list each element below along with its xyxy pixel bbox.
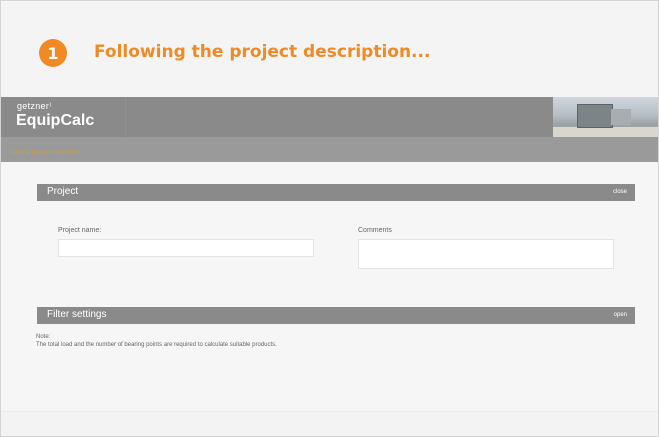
project-section-close-button[interactable]: close [613,189,627,195]
filter-section-header[interactable]: Filter settings open [37,307,635,324]
screenshot-frame: 1 Following the project description... g… [0,0,659,437]
app-header: getzner⁾ EquipCalc [1,97,658,137]
project-name-label: Project name: [58,227,102,234]
photo-equipment-side [611,109,631,125]
photo-equipment [577,104,613,128]
note-label: Note: [36,334,51,340]
app-name: EquipCalc [16,112,95,129]
comments-label: Comments [358,227,392,234]
step-title: Following the project description... [94,42,431,62]
project-section-header[interactable]: Project close [37,184,635,201]
note-text: The total load and the number of bearing… [36,342,277,348]
comments-textarea[interactable] [358,239,614,269]
step-header: 1 Following the project description... [1,1,658,97]
step-number-badge: 1 [39,39,67,67]
project-name-input[interactable] [58,239,314,257]
brand-divider [117,97,126,137]
filter-section-open-button[interactable]: open [614,312,627,318]
project-section-title: Project [47,186,79,197]
brand-logo-text: getzner⁾ [17,101,52,111]
header-photo [553,97,658,137]
filter-section-title: Filter settings [47,309,107,320]
footer [1,412,658,436]
sub-navigation-bar [1,137,658,162]
back-to-projects-link[interactable]: back to projects overview [11,150,78,156]
photo-ground [553,127,658,137]
